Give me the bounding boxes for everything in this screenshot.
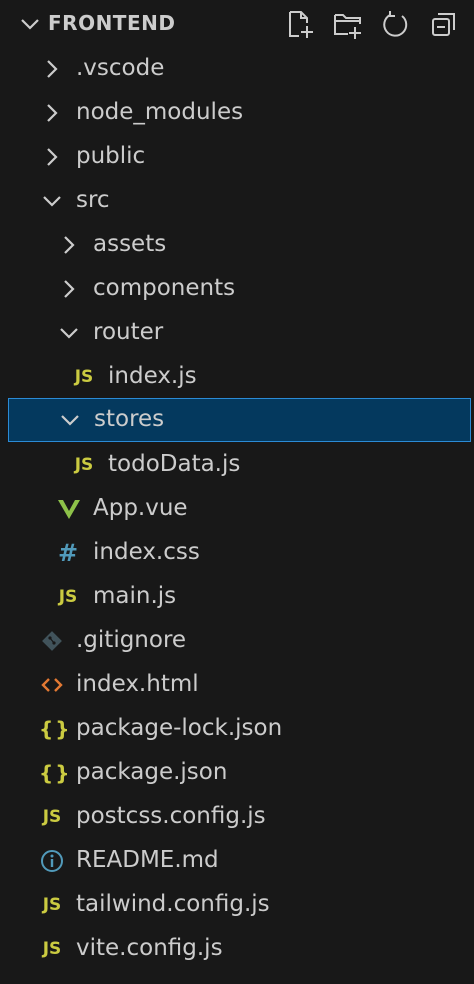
new-folder-icon[interactable] <box>332 8 364 40</box>
chevron-down-icon <box>60 328 78 339</box>
vue-icon <box>58 500 80 519</box>
tree-file-main-js[interactable]: JS main.js <box>0 575 474 619</box>
tree-folder-assets[interactable]: assets <box>0 223 474 267</box>
tree-item-label: main.js <box>93 583 177 609</box>
chevron-right-icon <box>47 104 58 122</box>
refresh-icon[interactable] <box>380 8 412 40</box>
explorer-title: FRONTEND <box>48 11 176 35</box>
tree-item-label: components <box>93 275 236 301</box>
js-file-icon: JS <box>42 807 62 827</box>
tree-folder-node-modules[interactable]: node_modules <box>0 91 474 135</box>
tree-item-label: App.vue <box>93 495 188 521</box>
collapse-all-icon[interactable] <box>428 8 460 40</box>
tree-file-postcss-config-js[interactable]: JS postcss.config.js <box>0 795 474 839</box>
git-icon <box>42 631 62 651</box>
info-icon <box>41 850 63 872</box>
tree-folder-components[interactable]: components <box>0 267 474 311</box>
tree-file-index-css[interactable]: # index.css <box>0 531 474 575</box>
chevron-down-icon <box>61 415 79 426</box>
js-file-icon: JS <box>74 455 94 475</box>
tree-file-todo-data-js[interactable]: JS todoData.js <box>0 443 474 487</box>
tree-file-readme-md[interactable]: README.md <box>0 839 474 883</box>
tree-file-tailwind-config-js[interactable]: JS tailwind.config.js <box>0 883 474 927</box>
file-explorer: FRONTEND .vscode node_modules public src… <box>0 0 474 984</box>
tree-file-index-html[interactable]: index.html <box>0 663 474 707</box>
js-file-icon: JS <box>42 939 62 959</box>
tree-item-label: src <box>76 187 110 213</box>
tree-item-label: index.js <box>108 363 197 389</box>
js-file-icon: JS <box>58 587 78 607</box>
tree-folder-public[interactable]: public <box>0 135 474 179</box>
tree-file-package-lock-json[interactable]: {} package-lock.json <box>0 707 474 751</box>
tree-item-label: stores <box>94 406 165 432</box>
css-file-icon: # <box>57 539 79 567</box>
chevron-right-icon <box>64 280 75 298</box>
tree-item-label: public <box>76 143 146 169</box>
chevron-right-icon <box>47 148 58 166</box>
chevron-down-icon <box>43 196 61 207</box>
tree-folder-router[interactable]: router <box>0 311 474 355</box>
tree-item-label: assets <box>93 231 167 257</box>
js-file-icon: JS <box>74 367 94 387</box>
tree-item-label: .vscode <box>76 55 165 81</box>
tree-item-label: package-lock.json <box>76 715 283 741</box>
tree-item-label: postcss.config.js <box>76 803 266 829</box>
tree-item-label: todoData.js <box>108 451 241 477</box>
tree-item-label: router <box>93 319 164 345</box>
tree-folder-src[interactable]: src <box>0 179 474 223</box>
tree-file-package-json[interactable]: {} package.json <box>0 751 474 795</box>
tree-item-label: package.json <box>76 759 228 785</box>
new-file-icon[interactable] <box>284 8 316 40</box>
tree-item-label: node_modules <box>76 99 244 125</box>
tree-item-label: vite.config.js <box>76 935 223 961</box>
chevron-right-icon <box>47 60 58 78</box>
tree-folder-stores[interactable]: stores <box>8 398 471 442</box>
tree-item-label: .gitignore <box>76 627 187 653</box>
tree-item-label: index.html <box>76 671 199 697</box>
tree-file-vite-config-js[interactable]: JS vite.config.js <box>0 927 474 971</box>
json-file-icon: {} <box>39 717 72 741</box>
tree-file-app-vue[interactable]: App.vue <box>0 487 474 531</box>
html-file-icon <box>41 678 63 692</box>
tree-file-router-index-js[interactable]: JS index.js <box>0 355 474 399</box>
js-file-icon: JS <box>42 895 62 915</box>
tree-item-label: index.css <box>93 539 200 565</box>
chevron-down-icon[interactable] <box>18 12 42 36</box>
tree-file-gitignore[interactable]: .gitignore <box>0 619 474 663</box>
explorer-header[interactable]: FRONTEND <box>0 0 474 48</box>
json-file-icon: {} <box>39 761 72 785</box>
tree-item-label: tailwind.config.js <box>76 891 270 917</box>
tree-folder-vscode[interactable]: .vscode <box>0 47 474 91</box>
tree-item-label: README.md <box>76 847 219 873</box>
chevron-right-icon <box>64 236 75 254</box>
